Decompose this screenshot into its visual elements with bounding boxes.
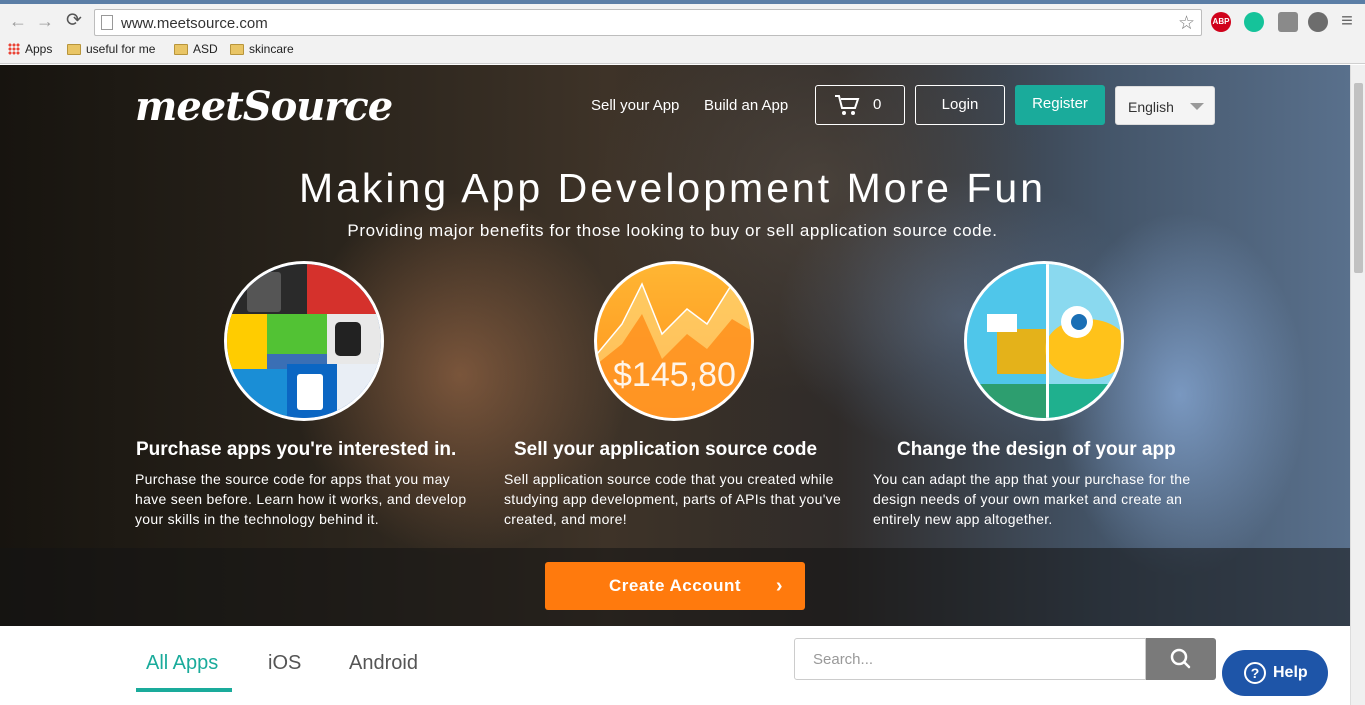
cart-button[interactable]: 0 <box>815 85 905 125</box>
language-select[interactable]: English <box>1115 86 1215 125</box>
bookmark-label: skincare <box>249 42 294 56</box>
address-bar[interactable]: www.meetsource.com ☆ <box>94 9 1202 36</box>
adblock-plus-icon[interactable]: ABP <box>1211 12 1231 32</box>
bookmark-label: useful for me <box>86 42 156 56</box>
cart-count: 0 <box>873 96 882 113</box>
menu-icon[interactable]: ≡ <box>1337 11 1357 31</box>
feature-title-design: Change the design of your app <box>897 439 1176 460</box>
chevron-down-icon <box>1190 103 1204 110</box>
extension-puzzle-icon[interactable] <box>1278 12 1298 32</box>
bird-design-image <box>964 261 1124 421</box>
globe-icon[interactable] <box>1308 12 1328 32</box>
folder-icon <box>67 43 81 55</box>
tab-strip <box>0 0 1365 4</box>
help-icon: ? <box>1244 662 1266 684</box>
language-value: English <box>1128 99 1174 115</box>
nav-sell-your-app[interactable]: Sell your App <box>591 97 679 114</box>
create-account-label: Create Account <box>608 576 741 595</box>
help-label: Help <box>1273 664 1308 681</box>
page-icon <box>101 15 113 30</box>
feature-body-sell: Sell application source code that you cr… <box>504 471 842 527</box>
folder-icon <box>174 43 188 55</box>
bookmarks-bar: Apps useful for me ASD skincare <box>0 38 1365 62</box>
create-account-button[interactable]: Create Account › <box>545 562 805 610</box>
reload-icon[interactable]: ⟳ <box>64 11 84 31</box>
search-button[interactable] <box>1146 638 1216 680</box>
hero-subline: Providing major benefits for those looki… <box>347 221 998 240</box>
forward-icon[interactable]: → <box>35 11 55 31</box>
bookmark-useful-for-me[interactable]: useful for me <box>67 42 155 56</box>
bookmark-apps[interactable]: Apps <box>8 42 52 56</box>
revenue-amount: $145,80 <box>613 356 736 394</box>
catalog-bar: All Apps iOS Android Search... ? Help <box>0 626 1350 705</box>
feature-body-design: You can adapt the app that your purchase… <box>873 471 1191 527</box>
bookmark-skincare[interactable]: skincare <box>230 42 294 56</box>
bookmark-asd[interactable]: ASD <box>174 42 218 56</box>
feature-body-purchase: Purchase the source code for apps that y… <box>135 471 467 527</box>
tab-all-apps[interactable]: All Apps <box>146 652 218 675</box>
grammarly-icon[interactable] <box>1244 12 1264 32</box>
tab-android[interactable]: Android <box>349 652 418 675</box>
feature-title-purchase: Purchase apps you're interested in. <box>136 439 457 460</box>
bookmark-star-icon[interactable]: ☆ <box>1178 12 1195 35</box>
active-tab-indicator <box>136 688 232 692</box>
bookmark-label: Apps <box>25 42 53 56</box>
search-input[interactable]: Search... <box>794 638 1146 680</box>
browser-chrome: ← → ⟳ www.meetsource.com ☆ ABP ≡ Apps us… <box>0 0 1365 64</box>
site-logo[interactable]: meetSource <box>135 83 393 130</box>
hero-headline: Making App Development More Fun <box>298 165 1047 211</box>
folder-icon <box>230 43 244 55</box>
page-viewport: meetSource Sell your App Build an App 0 … <box>0 65 1350 705</box>
revenue-chart-image: $145,80 <box>594 261 754 421</box>
bookmark-label: ASD <box>193 42 218 56</box>
apps-grid-icon <box>8 43 20 55</box>
search-icon <box>1170 648 1191 669</box>
chevron-right-icon: › <box>775 575 783 597</box>
cart-icon <box>835 95 860 115</box>
hero-section: meetSource Sell your App Build an App 0 … <box>0 65 1350 626</box>
app-collage-image <box>224 261 384 421</box>
tab-ios[interactable]: iOS <box>268 652 301 675</box>
nav-build-an-app[interactable]: Build an App <box>704 97 788 114</box>
feature-title-sell: Sell your application source code <box>514 439 818 460</box>
page-scrollbar[interactable] <box>1350 65 1365 705</box>
url-text[interactable]: www.meetsource.com <box>121 15 268 32</box>
scrollbar-thumb[interactable] <box>1354 83 1363 273</box>
register-button[interactable]: Register <box>1015 85 1105 125</box>
login-button[interactable]: Login <box>915 85 1005 125</box>
help-button[interactable]: ? Help <box>1222 650 1328 696</box>
back-icon[interactable]: ← <box>8 11 28 31</box>
